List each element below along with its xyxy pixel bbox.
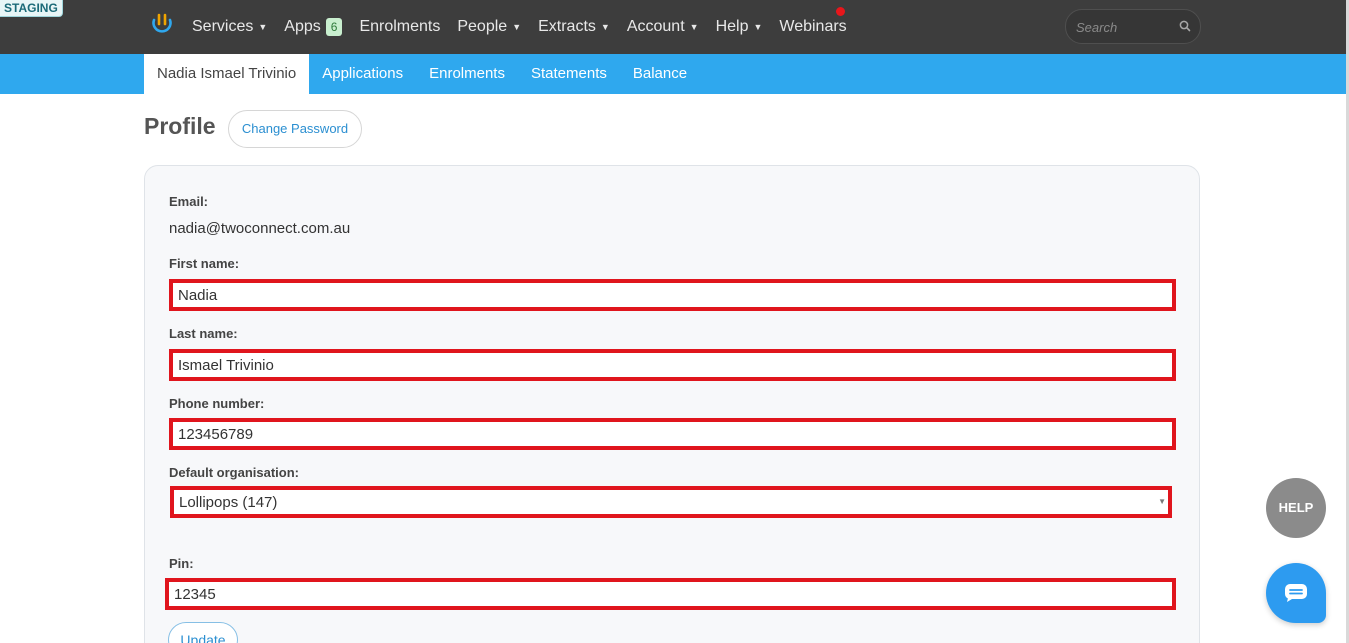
chat-icon [1285,584,1307,602]
caret-down-icon: ▼ [689,22,699,32]
caret-down-icon: ▼ [512,22,522,32]
last-name-input[interactable] [173,353,1172,377]
nav-extracts-label: Extracts [538,18,596,35]
tab-balance[interactable]: Balance [620,54,700,94]
chevron-down-icon: ▼ [1158,497,1166,506]
pin-label: Pin: [169,556,194,571]
phone-label: Phone number: [169,396,265,411]
last-name-field-wrapper [169,349,1176,381]
last-name-label: Last name: [169,326,238,341]
change-password-button[interactable]: Change Password [228,110,362,148]
first-name-input[interactable] [173,283,1172,307]
default-organisation-label: Default organisation: [169,465,300,480]
nav-apps-label: Apps [284,18,321,35]
top-navbar: STAGING Services ▼ Apps 6 Enrolments Peopl… [0,0,1349,54]
default-organisation-value: Lollipops (147) [179,494,278,511]
apps-count-badge: 6 [325,18,343,36]
notification-dot [836,7,845,16]
nav-services[interactable]: Services ▼ [192,18,267,36]
tab-applications[interactable]: Applications [309,54,416,94]
email-label: Email: [169,194,209,209]
update-button[interactable]: Update [168,622,238,643]
caret-down-icon: ▼ [258,22,268,32]
first-name-field-wrapper [169,279,1176,311]
search-box [1065,9,1201,44]
nav-account[interactable]: Account ▼ [627,18,699,36]
nav-people[interactable]: People ▼ [457,18,521,36]
nav-enrolments[interactable]: Enrolments [359,18,440,36]
phone-number-input[interactable] [173,422,1172,446]
caret-down-icon: ▼ [600,22,610,32]
nav-services-label: Services [192,18,254,35]
search-input[interactable] [1076,18,1171,36]
search-icon[interactable] [1178,19,1192,33]
pin-field-wrapper [165,578,1176,610]
nav-people-label: People [457,18,508,35]
phone-field-wrapper [169,418,1176,450]
caret-down-icon: ▼ [753,22,763,32]
profile-subnav: Nadia Ismael Trivinio Applications Enrol… [0,54,1349,94]
nav-account-label: Account [626,18,685,35]
tab-profile-name[interactable]: Nadia Ismael Trivinio [144,54,310,94]
environment-badge: STAGING [0,0,63,17]
nav-apps[interactable]: Apps 6 [284,18,343,36]
email-value: nadia@twoconnect.com.au [169,220,351,237]
help-button[interactable]: HELP [1266,478,1326,538]
tab-statements[interactable]: Statements [518,54,620,94]
nav-webinars[interactable]: Webinars [779,18,846,36]
app-logo-icon[interactable] [150,12,174,36]
page-title: Profile [144,113,216,139]
nav-help-label: Help [715,18,749,35]
nav-help[interactable]: Help ▼ [716,18,763,36]
chat-widget-button[interactable] [1266,563,1326,623]
nav-extracts[interactable]: Extracts ▼ [538,18,610,36]
default-organisation-select[interactable]: Lollipops (147) ▼ [170,486,1172,518]
tab-enrolments[interactable]: Enrolments [416,54,518,94]
nav-enrolments-label: Enrolments [359,18,441,35]
nav-webinars-label: Webinars [779,18,847,35]
pin-input[interactable] [169,582,1172,606]
first-name-label: First name: [169,256,240,271]
main-nav: Services ▼ Apps 6 Enrolments People ▼ Extra… [192,0,864,54]
